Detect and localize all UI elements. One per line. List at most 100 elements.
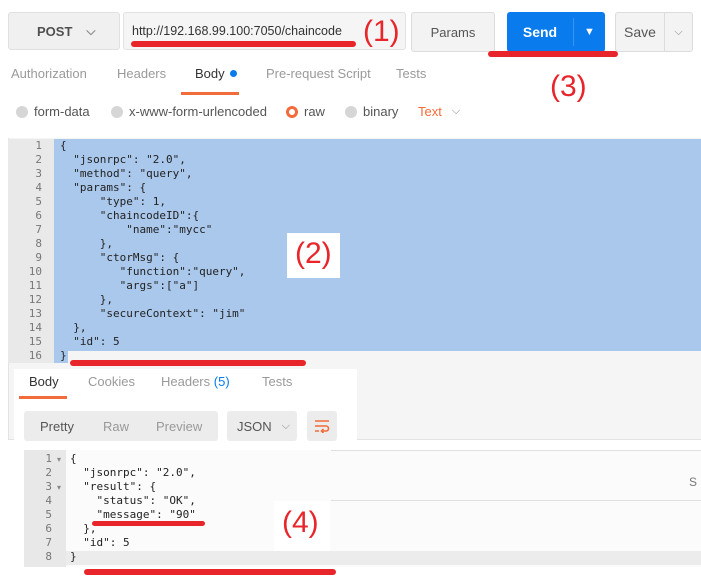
line-number: 8 (35, 237, 42, 250)
code-line: "result": { (70, 480, 157, 493)
code-line: "type": 1, (60, 195, 166, 208)
line-number: 16 (28, 349, 42, 362)
line-number: 6 (35, 209, 42, 222)
raw-format-label: Text (418, 104, 442, 119)
code-line: { (70, 452, 77, 465)
annotation-underline (488, 51, 618, 57)
view-raw[interactable]: Raw (103, 419, 129, 434)
line-number: 4 (45, 494, 52, 507)
resp-tab-headers-label: Headers (161, 374, 211, 389)
params-button[interactable]: Params (411, 12, 495, 52)
active-line-highlight (24, 551, 701, 565)
raw-format-select[interactable]: Text ⌵ (418, 104, 460, 119)
chevron-down-icon: ⌵ (451, 105, 461, 117)
divider (331, 500, 701, 501)
code-line: "method": "query", (60, 167, 193, 180)
send-button[interactable]: Send ▼ (507, 12, 605, 52)
tab-body-label: Body (195, 66, 225, 81)
radio-x-www-form-urlencoded[interactable]: x-www-form-urlencoded (111, 104, 267, 119)
code-line: "params": { (60, 181, 147, 194)
code-line: "id": 5 (60, 335, 120, 348)
line-number: 7 (45, 536, 52, 549)
radio-circle-icon (16, 105, 28, 118)
code-line: "secureContext": "jim" (60, 307, 246, 320)
save-button[interactable]: Save ⌵ (615, 12, 693, 52)
line-number: 5 (45, 508, 52, 521)
line-number: 3 (45, 480, 52, 493)
active-resp-tab-indicator (19, 396, 67, 399)
radio-raw[interactable]: raw (286, 104, 325, 119)
radio-label: x-www-form-urlencoded (129, 104, 267, 119)
resp-tab-tests[interactable]: Tests (262, 374, 292, 389)
tab-authorization[interactable]: Authorization (11, 66, 87, 81)
line-number: 1 (35, 139, 42, 152)
tab-body[interactable]: Body (195, 66, 237, 81)
line-number: 11 (28, 279, 42, 292)
chevron-down-icon: ⌵ (86, 23, 96, 38)
radio-binary[interactable]: binary (345, 104, 398, 119)
code-line: "message": "90" (70, 508, 196, 521)
radio-label: binary (363, 104, 399, 119)
chevron-down-icon[interactable]: ⌵ (665, 26, 692, 39)
line-number: 5 (35, 195, 42, 208)
line-number: 2 (45, 466, 52, 479)
side-text: S (689, 475, 698, 489)
method-label: POST (37, 23, 73, 39)
resp-tab-headers[interactable]: Headers (5) (161, 374, 230, 389)
radio-selected-icon (286, 105, 298, 118)
code-line: "id": 5 (70, 536, 130, 549)
line-number: 6 (45, 522, 52, 535)
line-number: 1 (45, 452, 52, 465)
view-pretty[interactable]: Pretty (40, 419, 74, 434)
code-line: "jsonrpc": "2.0", (60, 153, 186, 166)
annotation-label: (2) (287, 233, 340, 278)
annotation-underline (92, 521, 205, 526)
chevron-down-icon[interactable]: ▼ (574, 26, 605, 38)
tab-pre-request-script[interactable]: Pre-request Script (266, 66, 371, 81)
view-mode-group: Pretty Raw Preview (24, 411, 218, 441)
annotation-label: (3) (550, 70, 587, 103)
annotation-label: (1) (363, 15, 400, 48)
tab-headers[interactable]: Headers (117, 66, 166, 81)
fold-arrow-icon[interactable]: ▾ (57, 455, 61, 464)
radio-form-data[interactable]: form-data (16, 104, 90, 119)
chevron-down-icon: ⌵ (281, 419, 291, 432)
active-tab-indicator (181, 92, 239, 95)
line-number: 15 (28, 335, 42, 348)
response-format-label: JSON (237, 418, 272, 434)
code-line: }, (60, 237, 113, 250)
method-select[interactable]: POST ⌵ (8, 12, 120, 50)
radio-circle-icon (111, 105, 123, 118)
response-format-select[interactable]: JSON ⌵ (227, 411, 297, 441)
modified-dot-icon (229, 70, 237, 77)
code-line: }, (60, 293, 113, 306)
response-tabs: Body Cookies Headers (5) Tests (0, 374, 360, 394)
code-line: "status": "OK", (70, 494, 196, 507)
line-number: 8 (45, 550, 52, 563)
code-line: "chaincodeID":{ (60, 209, 200, 222)
line-number: 4 (35, 181, 42, 194)
resp-tab-body[interactable]: Body (29, 374, 59, 389)
headers-count: (5) (213, 374, 230, 389)
code-line: "jsonrpc": "2.0", (70, 466, 196, 479)
annotation-underline (84, 569, 336, 575)
line-number: 12 (28, 293, 42, 306)
fold-arrow-icon[interactable]: ▾ (57, 483, 61, 492)
code-line: } (70, 550, 77, 563)
radio-circle-icon (345, 105, 357, 118)
resp-tab-cookies[interactable]: Cookies (88, 374, 135, 389)
annotation-underline (131, 41, 356, 47)
code-line: } (60, 349, 67, 362)
tab-tests[interactable]: Tests (396, 66, 426, 81)
url-text: http://192.168.99.100:7050/chaincode (132, 24, 342, 38)
divider (331, 450, 701, 451)
annotation-underline (70, 360, 306, 366)
radio-label: raw (304, 104, 325, 119)
body-type-options: form-data x-www-form-urlencoded raw bina… (0, 104, 701, 124)
radio-label: form-data (34, 104, 90, 119)
line-number: 3 (35, 167, 42, 180)
line-number: 13 (28, 307, 42, 320)
line-number: 7 (35, 223, 42, 236)
wrap-lines-button[interactable] (307, 411, 337, 441)
view-preview[interactable]: Preview (156, 419, 202, 434)
